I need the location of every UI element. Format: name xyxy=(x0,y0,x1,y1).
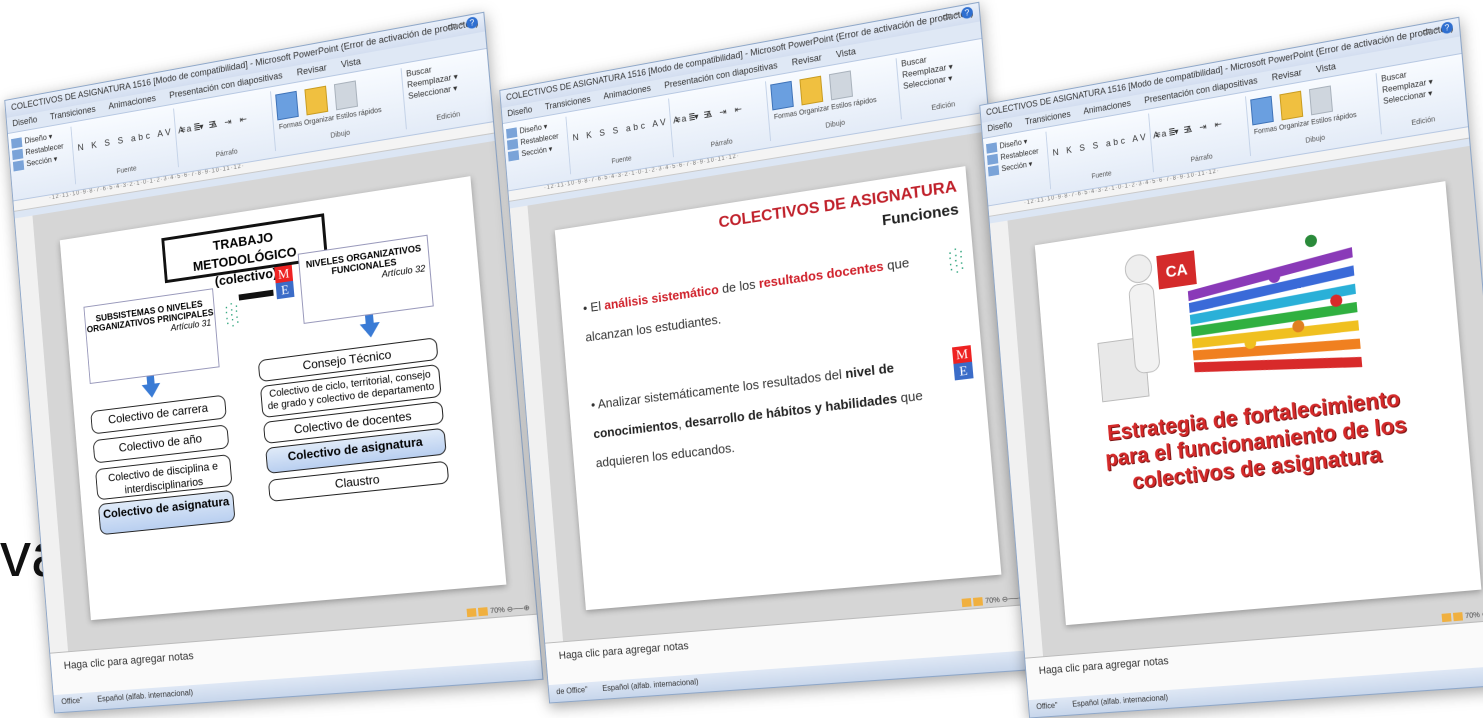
tab-diseno[interactable]: Diseño xyxy=(987,119,1013,133)
ribbon-group-diapositivas: Diseño ▾ Restablecer Sección ▾ xyxy=(503,116,572,185)
me-logo-icon: M E xyxy=(274,264,295,300)
arrange-icon[interactable] xyxy=(1279,90,1304,121)
quick-styles-icon[interactable] xyxy=(829,70,854,101)
status-theme: Office" xyxy=(1035,700,1058,712)
zoom-level: 70% xyxy=(489,606,506,616)
powerpoint-window-3: COLECTIVOS DE ASIGNATURA 1516 [Modo de c… xyxy=(979,16,1483,718)
bullet-2: • Analizar sistemáticamente los resultad… xyxy=(590,359,924,471)
ribbon-group-edicion: Buscar Reemplazar ▾ Seleccionar ▾ Edició… xyxy=(1378,58,1466,134)
window-controls[interactable]: ▭ ▫ ? xyxy=(447,16,479,33)
window-controls[interactable]: ▭ ▫ ? xyxy=(1422,21,1454,38)
slide-workspace: TRABAJO METODOLÓGICO (colectivo) SUBSIST… xyxy=(32,140,537,652)
status-language[interactable]: Español (alfab. internacional) xyxy=(1072,693,1169,709)
arrow-down-left-icon xyxy=(141,382,162,399)
zoom-level: 70% xyxy=(984,596,1001,606)
formas-label: Formas xyxy=(278,120,303,132)
font-format-buttons[interactable]: N K S S abc AV Aa ▾ A xyxy=(572,108,715,144)
ca-badge-text: CA xyxy=(1165,261,1188,282)
help-icon[interactable]: ? xyxy=(960,6,974,20)
organizar-label: Organizar xyxy=(1278,119,1310,132)
organizar-label: Organizar xyxy=(303,114,335,127)
bullet-1: • El análisis sistemático de los resulta… xyxy=(582,254,910,345)
tab-vista[interactable]: Vista xyxy=(836,46,857,60)
formas-label: Formas xyxy=(1253,125,1278,137)
quick-styles-icon[interactable] xyxy=(1309,85,1334,116)
arrange-icon[interactable] xyxy=(799,75,824,106)
section-icon xyxy=(507,150,520,162)
layout-icon xyxy=(986,142,998,154)
sorter-view-icon[interactable] xyxy=(478,607,489,617)
highlight-resultados: resultados docentes xyxy=(758,258,885,292)
status-language[interactable]: Español (alfab. internacional) xyxy=(602,677,699,693)
ribbon-group-parrafo: ≡ ≣ ☰ ⇥ ⇤ Párrafo xyxy=(174,91,277,167)
sorter-view-icon[interactable] xyxy=(1453,612,1464,622)
runners-illustration: CA xyxy=(1072,233,1363,414)
powerpoint-window-1: COLECTIVOS DE ASIGNATURA 1516 [Modo de c… xyxy=(4,11,544,714)
ribbon-group-edicion: Buscar Reemplazar ▾ Seleccionar ▾ Edició… xyxy=(898,43,986,119)
subsystems-box: SUBSISTEMAS O NIVELES ORGANIZATIVOS PRIN… xyxy=(83,288,220,384)
section-icon xyxy=(987,165,1000,177)
sparkle-icon: ·:·:·: ·:· xyxy=(946,241,967,277)
reset-icon xyxy=(506,138,519,151)
arrow-down-right-icon xyxy=(359,321,381,339)
tab-diseno[interactable]: Diseño xyxy=(12,114,38,128)
ribbon-group-parrafo: ≡ ≣ ☰ ⇥ ⇤ Párrafo xyxy=(1149,96,1252,172)
font-format-buttons[interactable]: N K S S abc AV Aa ▾ A xyxy=(77,118,220,154)
reset-icon xyxy=(11,148,24,161)
group-label-edicion: Edición xyxy=(436,111,461,123)
sparkle-icon: ·:·:·: ·:· xyxy=(223,296,242,331)
normal-view-icon[interactable] xyxy=(466,608,477,618)
organizar-label: Organizar xyxy=(798,104,830,117)
normal-view-icon[interactable] xyxy=(1441,613,1452,623)
layout-icon xyxy=(506,127,518,139)
shapes-icon[interactable] xyxy=(770,80,794,111)
group-label-edicion: Edición xyxy=(1411,116,1436,128)
shapes-icon[interactable] xyxy=(1250,95,1274,126)
highlight-analisis: análisis sistemático xyxy=(603,281,720,313)
quick-styles-icon[interactable] xyxy=(334,80,359,111)
slide-canvas[interactable]: COLECTIVOS DE ASIGNATURA Funciones • El … xyxy=(554,166,1002,611)
reset-icon xyxy=(986,153,999,166)
runner-1 xyxy=(1304,233,1318,248)
ribbon-group-edicion: Buscar Reemplazar ▾ Seleccionar ▾ Edició… xyxy=(403,53,491,129)
section-icon xyxy=(12,160,25,172)
ribbon-group-fuente: N K S S abc AV Aa ▾ A Fuente xyxy=(72,108,220,185)
group-label-edicion: Edición xyxy=(931,101,956,113)
status-language[interactable]: Español (alfab. internacional) xyxy=(97,688,194,704)
tab-diseno[interactable]: Diseño xyxy=(507,104,533,118)
sorter-view-icon[interactable] xyxy=(973,597,984,607)
paragraph-buttons[interactable]: ≡ ≣ ☰ ⇥ ⇤ xyxy=(180,110,268,136)
paragraph-buttons[interactable]: ≡ ≣ ☰ ⇥ ⇤ xyxy=(1155,115,1243,141)
normal-view-icon[interactable] xyxy=(961,598,972,608)
tab-vista[interactable]: Vista xyxy=(341,56,362,70)
slide-workspace: CA Estrategia de fortalecimiento para el… xyxy=(1007,145,1483,657)
figure-head xyxy=(1124,253,1152,284)
slide-workspace: COLECTIVOS DE ASIGNATURA Funciones • El … xyxy=(527,130,1032,642)
layout-icon xyxy=(11,137,23,149)
ribbon-group-parrafo: ≡ ≣ ☰ ⇥ ⇤ Párrafo xyxy=(669,81,772,157)
arrange-icon[interactable] xyxy=(304,85,329,116)
powerpoint-window-2: COLECTIVOS DE ASIGNATURA 1516 [Modo de c… xyxy=(499,1,1039,704)
ribbon-group-diapositivas: Diseño ▾ Restablecer Sección ▾ xyxy=(983,131,1052,200)
formas-label: Formas xyxy=(773,110,798,122)
ribbon-group-fuente: N K S S abc AV Aa ▾ A Fuente xyxy=(1047,113,1195,190)
window-controls[interactable]: ▭ ▫ ? xyxy=(942,6,974,23)
ribbon-group-diapositivas: Diseño ▾ Restablecer Sección ▾ xyxy=(8,126,77,195)
slide-canvas[interactable]: TRABAJO METODOLÓGICO (colectivo) SUBSIST… xyxy=(59,176,507,621)
tab-vista[interactable]: Vista xyxy=(1316,61,1337,75)
connector-line xyxy=(238,289,274,301)
shapes-icon[interactable] xyxy=(275,90,299,121)
slide-canvas[interactable]: CA Estrategia de fortalecimiento para el… xyxy=(1034,181,1482,626)
zoom-level: 70% xyxy=(1464,611,1481,621)
me-logo-icon: M E xyxy=(951,345,974,381)
font-format-buttons[interactable]: N K S S abc AV Aa ▾ A xyxy=(1052,123,1195,159)
status-theme: Office" xyxy=(60,695,83,707)
paragraph-buttons[interactable]: ≡ ≣ ☰ ⇥ ⇤ xyxy=(675,100,763,126)
help-icon[interactable]: ? xyxy=(465,16,479,30)
help-icon[interactable]: ? xyxy=(1440,21,1454,35)
status-theme: de Office" xyxy=(555,685,588,697)
ribbon-group-fuente: N K S S abc AV Aa ▾ A Fuente xyxy=(567,98,715,175)
